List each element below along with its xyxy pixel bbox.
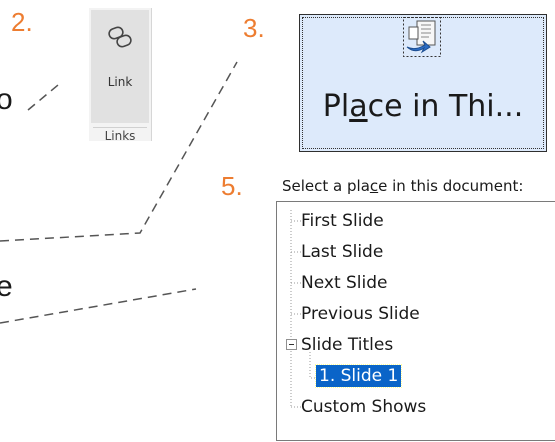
tree-item-next-slide[interactable]: Next Slide bbox=[301, 272, 388, 294]
document-link-icon bbox=[403, 17, 441, 57]
cropped-text-2: e bbox=[0, 270, 13, 303]
place-button-label: Place in Thi... bbox=[300, 89, 546, 124]
step-number-3: 3. bbox=[243, 13, 265, 43]
tree-item-previous-slide[interactable]: Previous Slide bbox=[301, 303, 420, 325]
ribbon-links-group: Link Links bbox=[89, 8, 152, 143]
label-part: Pl bbox=[322, 89, 350, 124]
caption-part: Select a pla bbox=[282, 177, 370, 195]
link-chain-icon bbox=[108, 26, 132, 48]
step-number-2: 2. bbox=[11, 7, 33, 37]
leader-line-2 bbox=[27, 84, 59, 111]
tree-item-first-slide[interactable]: First Slide bbox=[301, 210, 384, 232]
ribbon-group-label: Links bbox=[104, 129, 136, 143]
leader-line-5 bbox=[0, 288, 197, 324]
caption-part: e in this document: bbox=[378, 177, 524, 195]
access-key: c bbox=[369, 177, 379, 195]
tree-item-custom-shows[interactable]: Custom Shows bbox=[301, 396, 426, 418]
link-button[interactable]: Link bbox=[91, 10, 149, 123]
minus-box-icon[interactable] bbox=[286, 339, 297, 350]
label-part: ce in Thi... bbox=[367, 89, 524, 124]
panel-caption: Select a place in this document: bbox=[282, 177, 523, 195]
tree-item-last-slide[interactable]: Last Slide bbox=[301, 241, 383, 263]
step-number-5: 5. bbox=[221, 171, 243, 201]
tree-item-slide-titles[interactable]: Slide Titles bbox=[301, 334, 393, 356]
ribbon-divider bbox=[93, 127, 147, 128]
document-tree[interactable]: First Slide Last Slide Next Slide Previo… bbox=[276, 201, 555, 441]
access-key: a bbox=[349, 89, 368, 124]
tree-item-slide-1[interactable]: 1. Slide 1 bbox=[314, 364, 403, 388]
cropped-text-1: o bbox=[0, 83, 13, 116]
link-button-label: Link bbox=[107, 75, 133, 89]
place-in-this-document-button[interactable]: Place in Thi... bbox=[299, 14, 547, 152]
document-place-panel: Select a place in this document: First S… bbox=[276, 173, 555, 441]
